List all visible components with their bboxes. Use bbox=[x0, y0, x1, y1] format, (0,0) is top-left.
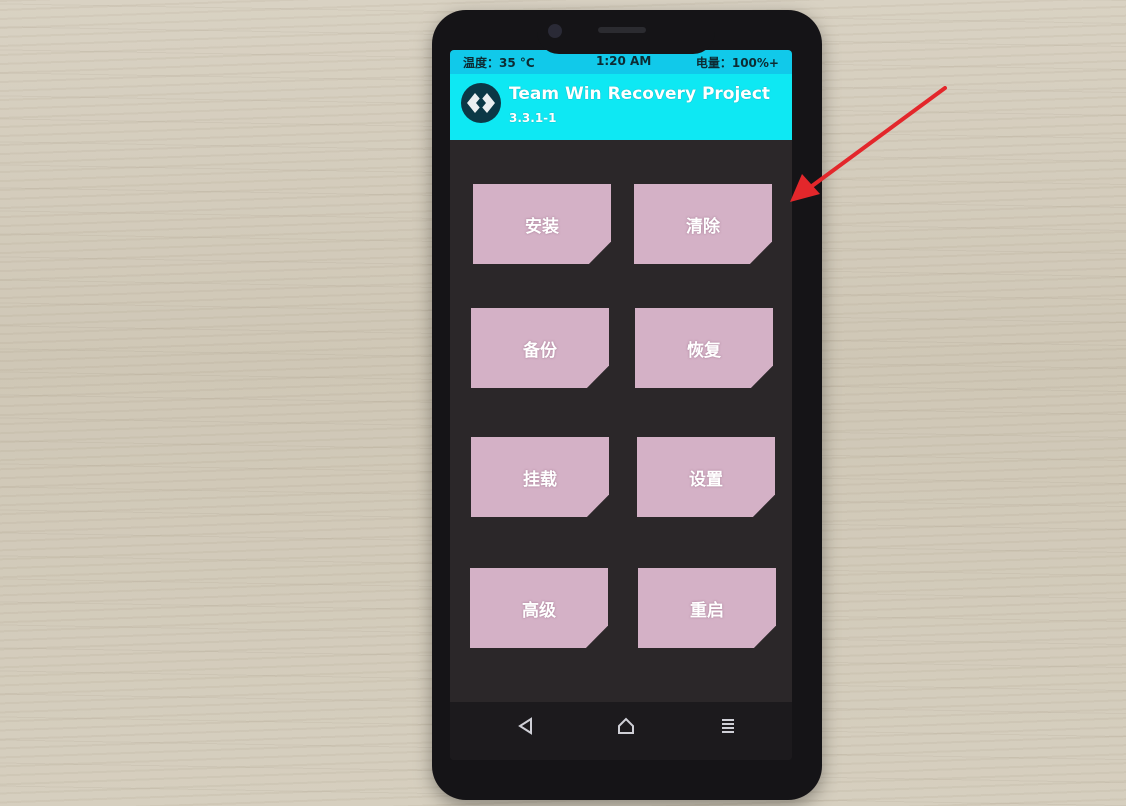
earpiece-speaker bbox=[598, 27, 646, 33]
install-button[interactable]: 安装 bbox=[473, 184, 611, 264]
advanced-button[interactable]: 高级 bbox=[470, 568, 608, 648]
settings-button[interactable]: 设置 bbox=[637, 437, 775, 517]
menu-icon[interactable] bbox=[718, 716, 738, 740]
reboot-button[interactable]: 重启 bbox=[638, 568, 776, 648]
status-temperature: 温度：35 °C bbox=[463, 56, 535, 70]
backup-button[interactable]: 备份 bbox=[471, 308, 609, 388]
mount-button[interactable]: 挂载 bbox=[471, 437, 609, 517]
status-battery: 电量：100%+ bbox=[695, 56, 779, 70]
back-triangle-icon[interactable] bbox=[516, 716, 536, 740]
app-version: 3.3.1-1 bbox=[509, 111, 557, 125]
home-icon[interactable] bbox=[616, 716, 636, 740]
app-title: Team Win Recovery Project bbox=[509, 84, 771, 104]
phone-screen: 温度：35 °C 1:20 AM 电量：100%+ Team Win Recov… bbox=[450, 50, 792, 760]
navigation-bar bbox=[450, 702, 792, 760]
wipe-button[interactable]: 清除 bbox=[634, 184, 772, 264]
twrp-logo-icon bbox=[461, 83, 501, 123]
annotation-arrow-icon bbox=[790, 86, 947, 202]
restore-button[interactable]: 恢复 bbox=[635, 308, 773, 388]
app-header: Team Win Recovery Project 3.3.1-1 bbox=[450, 74, 792, 140]
status-time: 1:20 AM bbox=[596, 54, 652, 68]
front-camera-icon bbox=[548, 24, 562, 38]
phone-notch bbox=[537, 18, 715, 54]
